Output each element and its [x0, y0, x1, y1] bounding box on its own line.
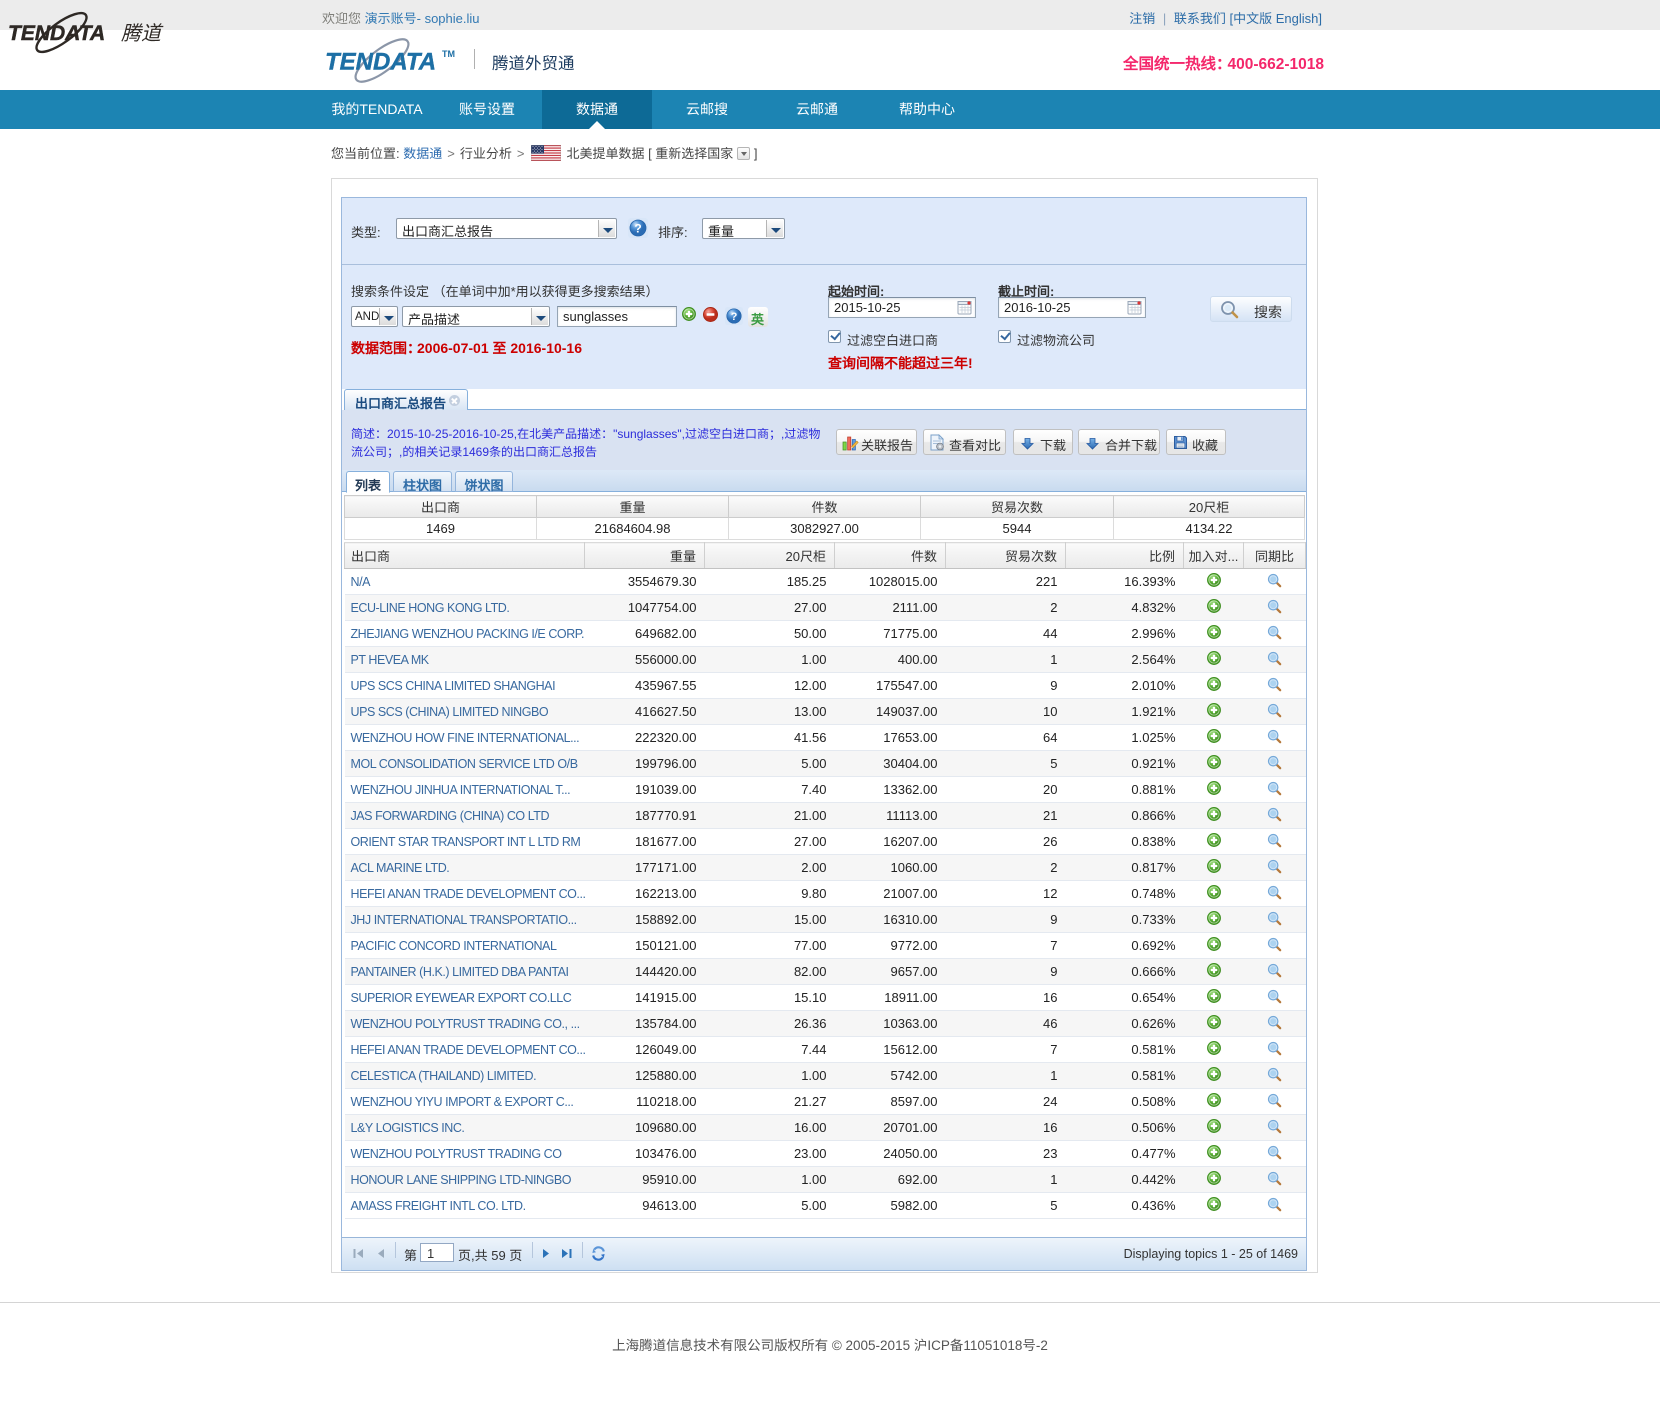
svg-text:?: ? [634, 222, 641, 236]
svg-text:TENDATA: TENDATA [8, 22, 105, 45]
svg-text:TM: TM [442, 49, 455, 59]
svg-text:TENDATA: TENDATA [325, 49, 436, 76]
svg-text:腾道: 腾道 [121, 17, 164, 46]
svg-text:?: ? [731, 311, 738, 323]
